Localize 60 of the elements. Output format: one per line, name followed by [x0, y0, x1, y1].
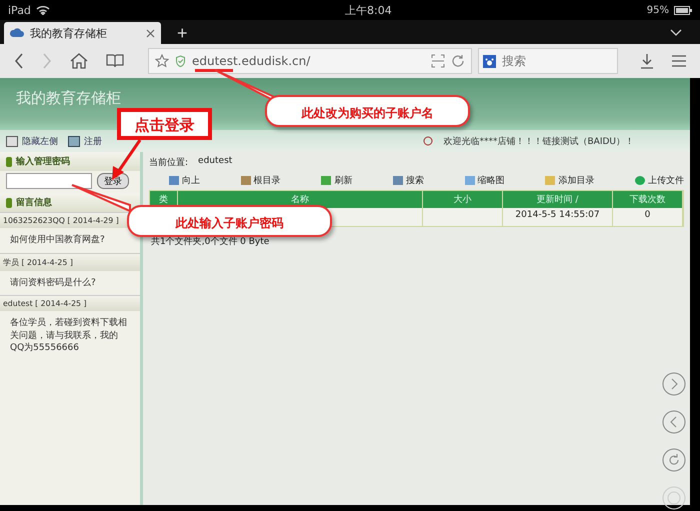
clock-time: 上午8:04 — [344, 2, 392, 18]
back-circle-icon[interactable] — [662, 410, 686, 434]
back-icon[interactable] — [14, 53, 24, 69]
toolbar-item[interactable]: 搜索 — [392, 174, 424, 187]
scan-icon[interactable] — [431, 54, 445, 68]
url-underline — [195, 69, 233, 72]
section-title: 留言信息 — [16, 196, 52, 209]
welcome-text: 欢迎光临****店铺！！！链接测试（BAIDU）！ — [443, 136, 634, 148]
message-text: 请问资料密码是什么? — [9, 276, 97, 290]
reload-icon[interactable] — [451, 54, 465, 68]
flower-icon — [423, 136, 434, 146]
location-path: edutest — [198, 156, 232, 168]
section-title: 输入管理密码 — [16, 155, 70, 168]
login-button[interactable]: 登录 — [97, 173, 129, 189]
close-icon[interactable] — [146, 28, 155, 38]
lock-icon — [6, 198, 12, 208]
address-field[interactable]: edutest.edudisk.cn/ — [148, 48, 472, 74]
search-field[interactable]: 搜索 — [478, 48, 618, 74]
menu-icon[interactable] — [672, 55, 686, 67]
nav-link[interactable]: 注册 — [68, 134, 102, 148]
annotation-callout: 此处改为购买的子账户名 — [265, 95, 470, 127]
lock-icon — [6, 156, 12, 166]
annotation-callout: 点击登录 — [117, 108, 212, 140]
star-icon[interactable] — [155, 54, 169, 68]
home-icon[interactable] — [70, 53, 88, 69]
password-field[interactable] — [6, 173, 92, 189]
cloud-icon — [10, 27, 24, 39]
tab-title: 我的教育存储柜 — [30, 26, 107, 40]
nav-link[interactable]: 隐藏左侧 — [6, 134, 58, 148]
toolbar-item[interactable]: 缩略图 — [464, 174, 505, 187]
browser-tab[interactable]: 我的教育存储柜 — [4, 22, 161, 44]
forward-circle-icon[interactable] — [662, 372, 686, 396]
folder-summary: 共1个文件夹,0个文件 0 Byte — [150, 236, 270, 249]
battery-percent: 95% — [646, 4, 669, 16]
refresh-circle-icon[interactable] — [662, 448, 686, 472]
message-text: 如何使用中国教育网盘? — [9, 233, 106, 247]
ring-icon[interactable] — [662, 486, 686, 510]
table-cell: 2014-5-5 14:55:07 — [503, 208, 613, 226]
chevron-down-icon[interactable] — [670, 29, 682, 36]
device-name: iPad — [8, 4, 31, 16]
callout-tail — [71, 184, 131, 213]
url-text: edutest.edudisk.cn/ — [192, 54, 310, 68]
toolbar-item[interactable]: 添加目录 — [545, 174, 594, 187]
site-title: 我的教育存储柜 — [16, 89, 121, 107]
search-input[interactable]: 搜索 — [500, 53, 604, 69]
toolbar-item[interactable]: 向上 — [169, 174, 200, 187]
battery-icon — [674, 6, 692, 14]
table-cell: 0 — [613, 208, 683, 226]
shield-icon — [175, 55, 186, 67]
new-tab-button[interactable]: + — [171, 22, 194, 44]
toolbar-item[interactable]: 上传文件 — [634, 174, 684, 187]
wifi-icon — [36, 5, 50, 15]
message-text: 各位学员，若碰到资料下载相关问题，请与我联系，我的QQ为55556666 — [9, 316, 128, 356]
toolbar-item[interactable]: 刷新 — [321, 174, 352, 187]
paw-icon — [483, 54, 496, 68]
toolbar-item[interactable]: 根目录 — [240, 174, 281, 187]
location-label: 当前位置: — [149, 156, 188, 169]
annotation-callout: 此处输入子账户密码 — [127, 205, 332, 237]
download-icon[interactable] — [640, 53, 654, 69]
book-icon[interactable] — [106, 54, 124, 68]
